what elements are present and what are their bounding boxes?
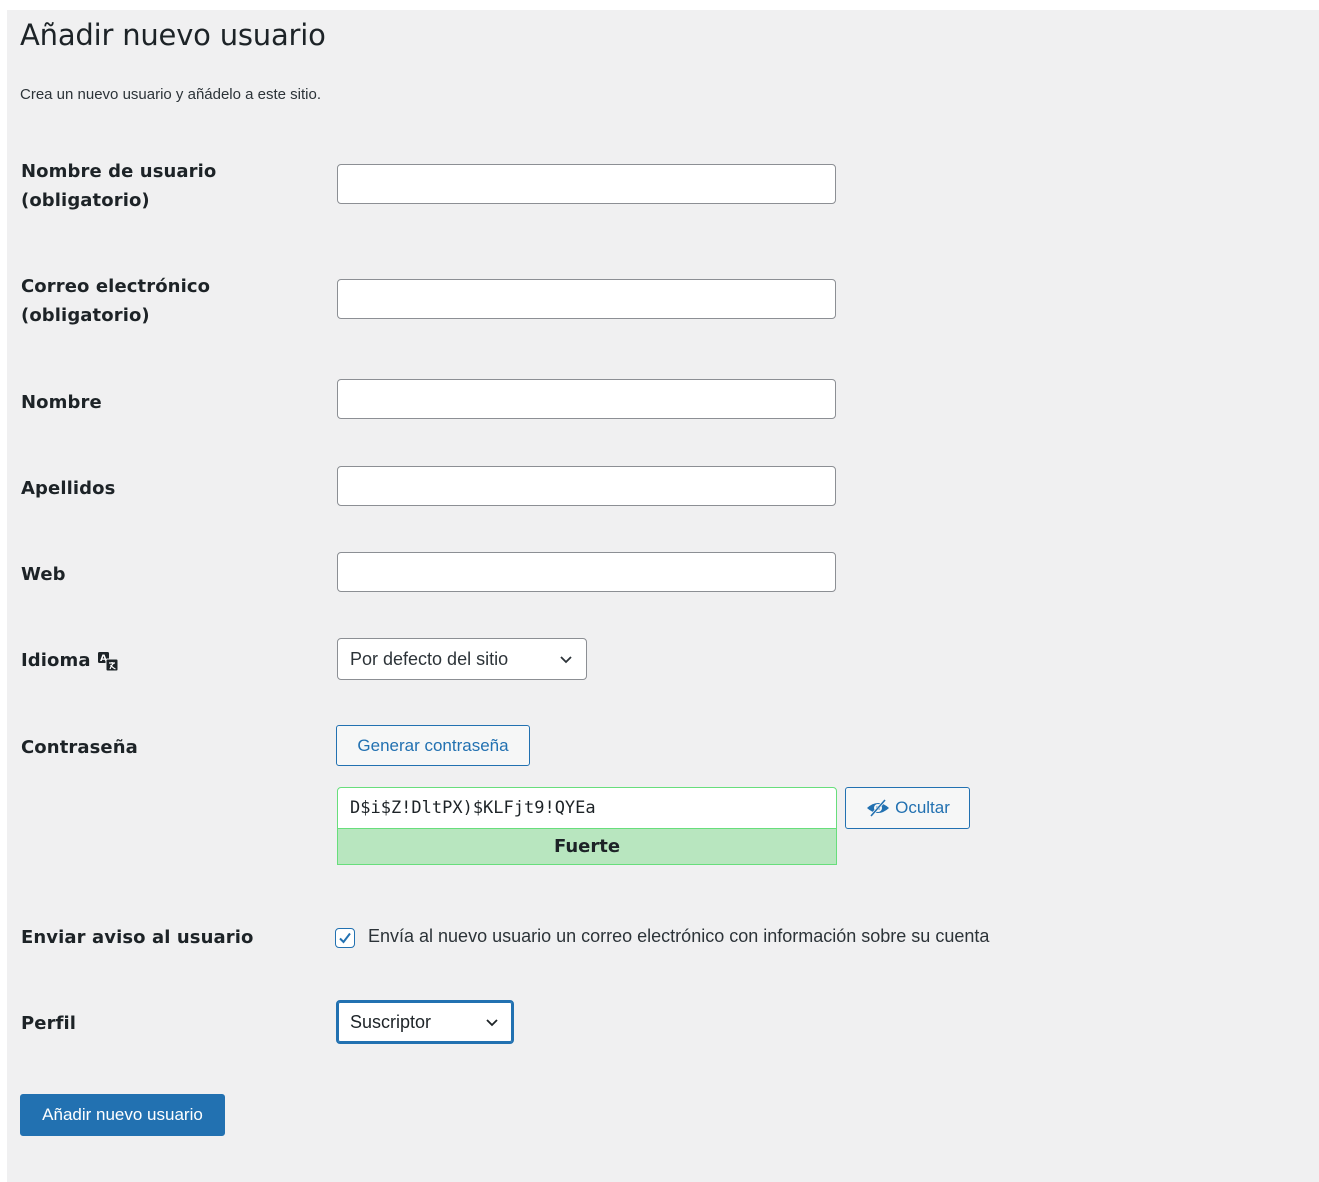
email-input[interactable]	[337, 279, 836, 319]
first-name-label: Nombre	[21, 392, 102, 413]
checkmark-icon	[339, 932, 351, 944]
last-name-label: Apellidos	[21, 478, 116, 499]
chevron-down-icon	[486, 1019, 498, 1027]
hide-password-button[interactable]: Ocultar	[845, 787, 970, 829]
page-subtitle: Crea un nuevo usuario y añádelo a este s…	[20, 86, 322, 103]
language-label-text: Idioma	[21, 650, 91, 671]
role-label: Perfil	[21, 1013, 77, 1034]
hide-password-label: Ocultar	[895, 798, 950, 817]
language-label: Idioma A	[21, 646, 119, 675]
website-input[interactable]	[337, 552, 836, 592]
email-label-line1: Correo electrónico	[21, 276, 211, 297]
password-label: Contraseña	[21, 737, 138, 758]
send-notification-label: Enviar aviso al usuario	[21, 927, 254, 948]
email-label: Correo electrónico (obligatorio)	[21, 272, 210, 330]
username-label: Nombre de usuario (obligatorio)	[21, 157, 216, 215]
generate-password-button[interactable]: Generar contraseña	[336, 725, 530, 766]
translation-icon: A	[97, 650, 119, 672]
add-new-user-button[interactable]: Añadir nuevo usuario	[20, 1094, 225, 1136]
email-label-line2: (obligatorio)	[21, 305, 150, 326]
send-notification-text[interactable]: Envía al nuevo usuario un correo electró…	[368, 926, 989, 947]
last-name-input[interactable]	[337, 466, 836, 506]
page-title: Añadir nuevo usuario	[20, 18, 326, 52]
password-strength-meter: Fuerte	[337, 829, 837, 865]
password-input[interactable]: D$i$Z!DltPX)$KLFjt9!QYEa	[337, 787, 837, 829]
role-select[interactable]: Suscriptor	[336, 1000, 514, 1044]
language-selected: Por defecto del sitio	[350, 648, 509, 669]
chevron-down-icon	[560, 656, 572, 664]
language-select[interactable]: Por defecto del sitio	[337, 638, 587, 680]
username-input[interactable]	[337, 164, 836, 204]
website-label: Web	[21, 564, 66, 585]
send-notification-checkbox[interactable]	[335, 928, 355, 948]
username-label-line1: Nombre de usuario	[21, 161, 217, 182]
username-label-line2: (obligatorio)	[21, 190, 150, 211]
role-selected: Suscriptor	[350, 1011, 432, 1032]
first-name-input[interactable]	[337, 379, 836, 419]
eye-slash-icon	[867, 799, 890, 817]
